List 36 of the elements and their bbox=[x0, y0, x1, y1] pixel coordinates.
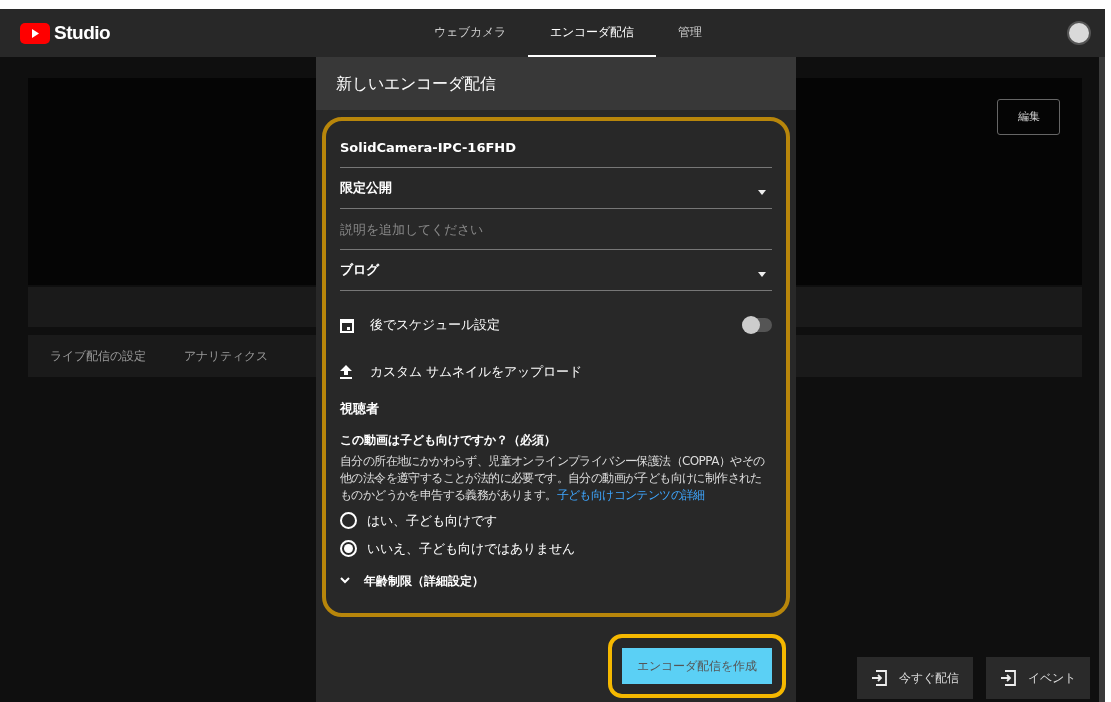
edit-button[interactable]: 編集 bbox=[997, 99, 1060, 135]
nav-tab[interactable]: 管理 bbox=[656, 9, 724, 57]
details-link[interactable]: 子ども向けコンテンツの詳細 bbox=[556, 487, 705, 502]
dropdown-icon bbox=[758, 272, 766, 277]
select-field[interactable]: ブログ bbox=[340, 250, 772, 291]
enter-icon bbox=[871, 670, 887, 686]
schedule-toggle[interactable] bbox=[742, 318, 772, 332]
create-button[interactable]: エンコーダ配信を作成 bbox=[622, 648, 772, 684]
input-field[interactable]: 説明を追加してください bbox=[340, 209, 772, 249]
action-button[interactable]: イベント bbox=[986, 657, 1090, 699]
calendar-icon bbox=[340, 317, 354, 333]
radio-button[interactable] bbox=[340, 540, 357, 557]
dialog-title: 新しいエンコーダ配信 bbox=[336, 72, 496, 95]
section-tab[interactable]: アナリティクス bbox=[184, 347, 268, 365]
question-text: この動画は子ども向けですか？（必須） bbox=[340, 431, 557, 449]
dropdown-icon bbox=[758, 190, 766, 195]
section-heading: 視聴者 bbox=[340, 400, 380, 418]
input-field[interactable]: SolidCamera-IPC-16FHD bbox=[340, 127, 772, 167]
radio-option[interactable]: はい、子ども向けです bbox=[340, 509, 772, 532]
age-restriction-toggle[interactable]: 年齢制限（詳細設定） bbox=[340, 571, 772, 590]
section-tab[interactable]: ライブ配信の設定 bbox=[50, 347, 146, 365]
play-logo-icon bbox=[20, 22, 50, 44]
description-text: 自分の所在地にかかわらず、児童オンラインプライバシー保護法（COPPA）やその他の法令を遵守することが法的に必要です。自分の動画が子ども向けに制作されたものかどうかを申告する義務があります。子ども向けコンテンツの詳細 bbox=[340, 452, 766, 504]
schedule-label: 後でスケジュール設定 bbox=[370, 316, 500, 335]
logo-text: Studio bbox=[54, 20, 111, 45]
action-button[interactable]: 今すぐ配信 bbox=[857, 657, 973, 699]
avatar[interactable] bbox=[1067, 21, 1091, 45]
radio-button[interactable] bbox=[340, 512, 357, 529]
select-field[interactable]: 限定公開 bbox=[340, 168, 772, 209]
upload-thumbnail-button[interactable]: カスタム サムネイルをアップロード bbox=[340, 357, 772, 387]
nav-tab[interactable]: ウェブカメラ bbox=[412, 9, 528, 57]
upload-icon bbox=[340, 365, 352, 379]
enter-icon bbox=[1000, 670, 1016, 686]
radio-option[interactable]: いいえ、子ども向けではありません bbox=[340, 537, 772, 560]
chevron-icon bbox=[340, 577, 350, 584]
scrollbar[interactable] bbox=[1099, 57, 1105, 702]
